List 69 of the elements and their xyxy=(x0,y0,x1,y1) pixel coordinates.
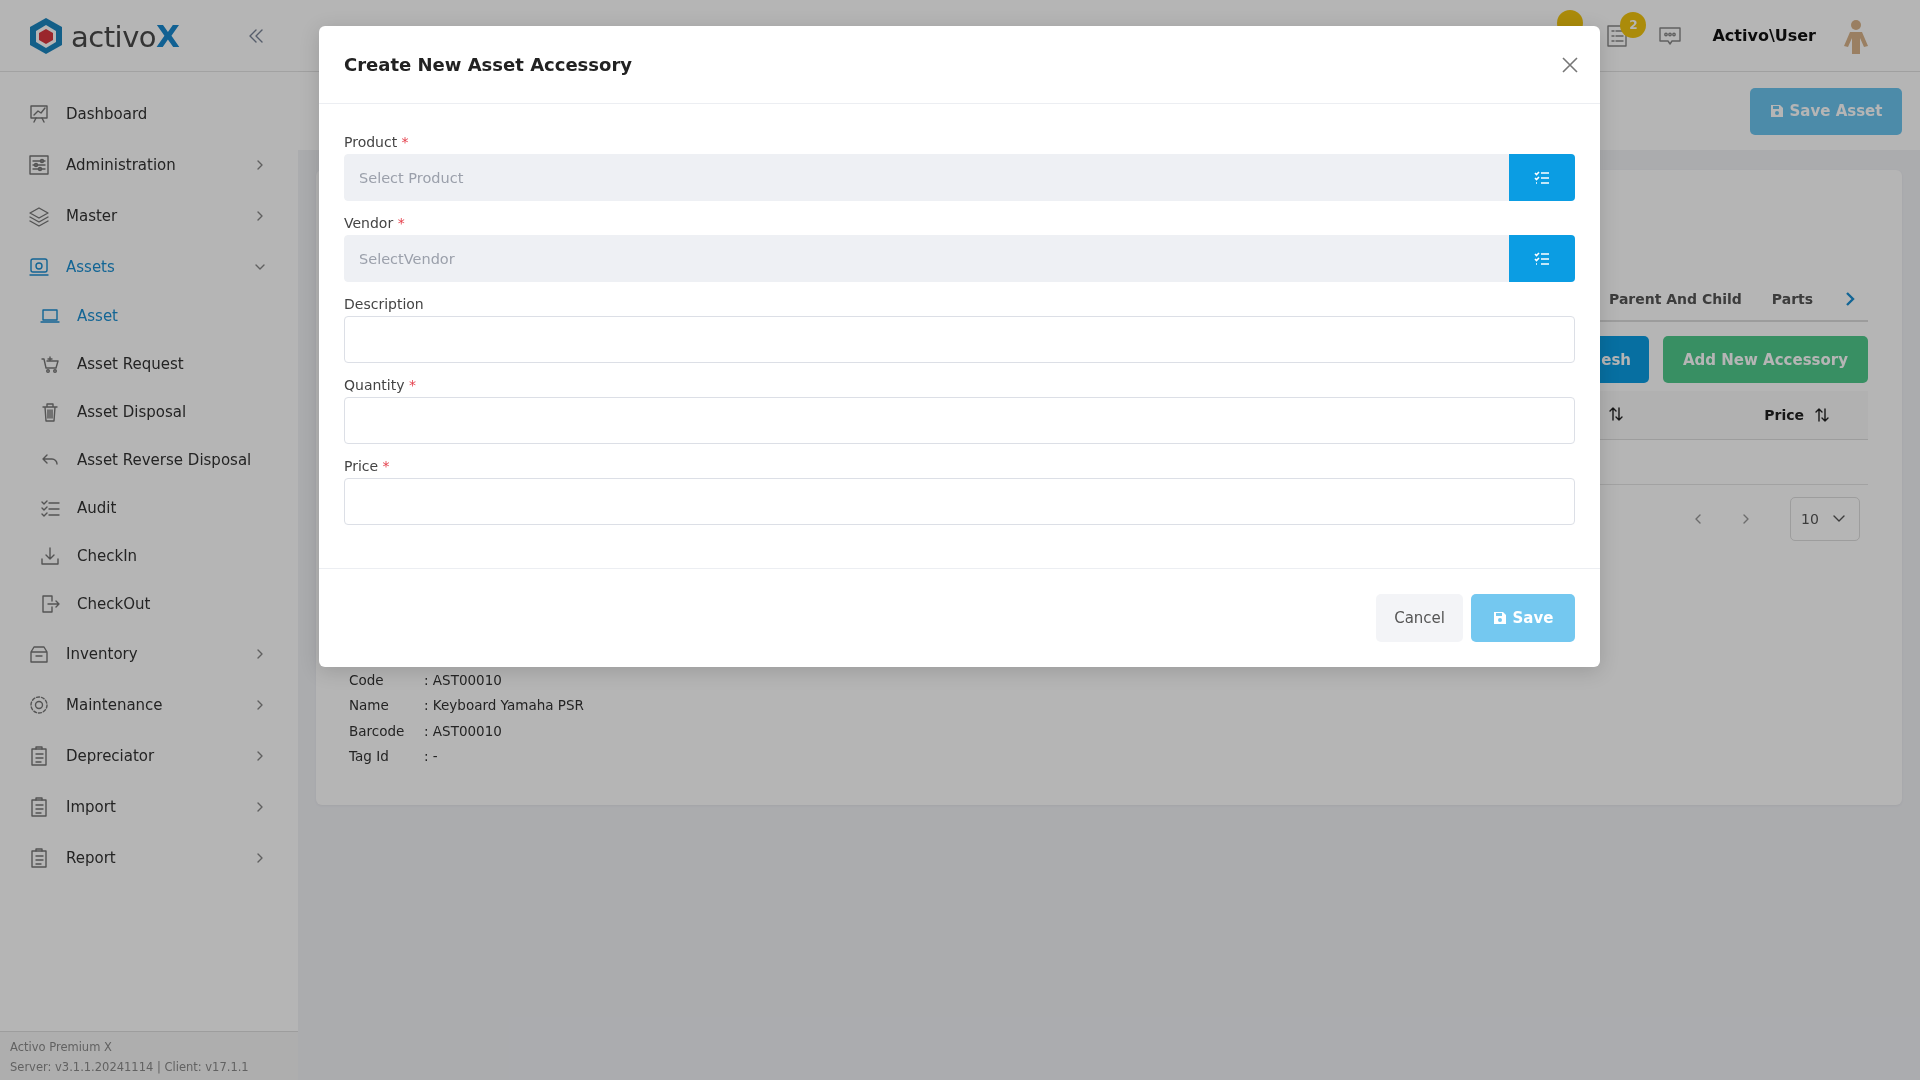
select-field[interactable]: Select Product xyxy=(344,154,1509,201)
chevron-right-icon[interactable] xyxy=(1844,291,1856,307)
dialog-title: Create New Asset Accessory xyxy=(344,54,632,75)
download-icon xyxy=(39,545,61,567)
sidebar-item[interactable]: Master xyxy=(0,190,298,241)
previous-page-icon[interactable] xyxy=(1694,513,1702,525)
clipboard-icon xyxy=(28,795,50,818)
sort-icon[interactable] xyxy=(1608,405,1624,422)
sidebar-subitem[interactable]: CheckOut xyxy=(0,580,298,628)
sidebar-item[interactable]: Inventory xyxy=(0,628,298,679)
detail-value: : - xyxy=(424,748,438,765)
input-field[interactable] xyxy=(344,397,1575,444)
next-page-icon[interactable] xyxy=(1742,513,1750,525)
clipboard-icon xyxy=(28,744,50,767)
sliders-icon xyxy=(28,153,50,176)
user-name[interactable]: Activo\User xyxy=(1712,26,1816,45)
select-field[interactable]: SelectVendor xyxy=(344,235,1509,282)
input-field[interactable] xyxy=(344,478,1575,525)
detail-value: : Keyboard Yamaha PSR xyxy=(424,697,584,714)
sidebar-subitem[interactable]: Asset Disposal xyxy=(0,388,298,436)
version-text: Server: v3.1.1.20241114 | Client: v17.1.1 xyxy=(10,1059,249,1076)
sidebar-subitem[interactable]: Asset Reverse Disposal xyxy=(0,436,298,484)
lookup-button[interactable] xyxy=(1509,235,1575,282)
tab[interactable]: Parent And Child xyxy=(1609,291,1742,307)
detail-value: : AST00010 xyxy=(424,671,502,688)
detail-label: Tag Id xyxy=(349,748,390,765)
trash-icon xyxy=(39,401,61,423)
chart-icon xyxy=(28,102,50,125)
gear-icon xyxy=(28,693,50,716)
sidebar-subitem[interactable]: CheckIn xyxy=(0,532,298,580)
caret-icon xyxy=(1832,515,1845,523)
monitor-icon xyxy=(28,255,50,278)
cart-icon xyxy=(39,353,61,375)
field-label: Description xyxy=(344,295,424,313)
tab[interactable]: Parts xyxy=(1771,291,1814,307)
sidebar-item[interactable]: Dashboard xyxy=(0,88,298,139)
exit-icon xyxy=(39,593,61,615)
checklist-icon xyxy=(1534,170,1550,185)
detail-label: Name xyxy=(349,697,390,714)
notification-badge: 2 xyxy=(1620,11,1647,38)
sidebar-item[interactable]: Import xyxy=(0,781,298,832)
sidebar-subitem[interactable]: Asset Request xyxy=(0,340,298,388)
checklist-icon xyxy=(1534,251,1550,266)
sidebar-item[interactable]: Maintenance xyxy=(0,679,298,730)
detail-value: : AST00010 xyxy=(424,722,502,739)
input-field[interactable] xyxy=(344,316,1575,363)
field-label: Product * xyxy=(344,133,409,151)
layers-icon xyxy=(28,204,50,227)
detail-label: Code xyxy=(349,671,385,688)
field-label: Vendor * xyxy=(344,214,405,232)
sidebar-item[interactable]: Depreciator xyxy=(0,730,298,781)
column-header[interactable]: Price xyxy=(1764,407,1804,423)
sort-icon[interactable] xyxy=(1814,407,1830,423)
field-label: Price * xyxy=(344,457,390,475)
version-text: Activo Premium X xyxy=(10,1039,112,1056)
page-size-select[interactable]: 10 xyxy=(1790,497,1860,541)
chat-icon[interactable] xyxy=(1658,24,1683,47)
collapse-icon[interactable] xyxy=(248,28,264,43)
detail-label: Barcode xyxy=(349,722,406,739)
clipboard-icon xyxy=(28,846,50,869)
cancel-button[interactable]: Cancel xyxy=(1376,594,1463,642)
lookup-button[interactable] xyxy=(1509,154,1575,201)
sidebar-item[interactable]: Report xyxy=(0,832,298,883)
field-label: Quantity * xyxy=(344,376,416,394)
sidebar-item[interactable]: Administration xyxy=(0,139,298,190)
logo-text: activoX xyxy=(71,17,180,54)
logo-icon xyxy=(27,15,65,56)
close-icon[interactable] xyxy=(1561,55,1579,74)
sidebar-subitem[interactable]: Audit xyxy=(0,484,298,532)
